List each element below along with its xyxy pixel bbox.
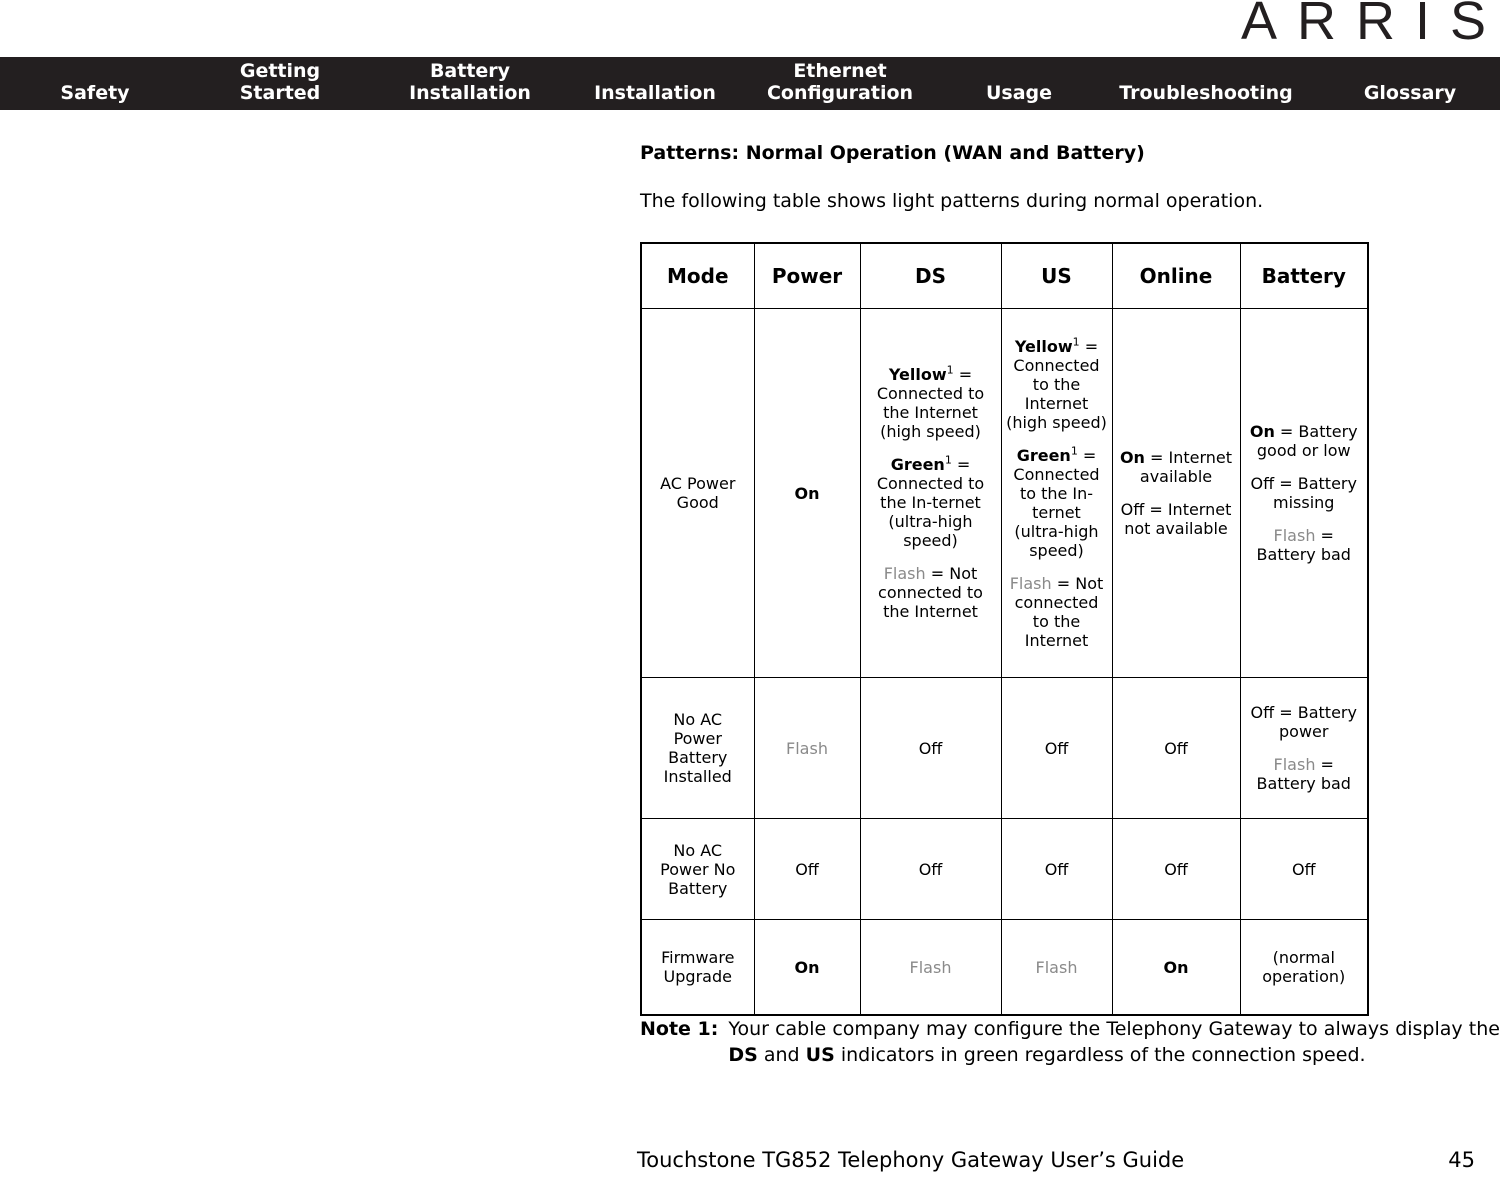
footer-page-number: 45: [1448, 1148, 1475, 1172]
page-title: Patterns: Normal Operation (WAN and Batt…: [640, 142, 1145, 164]
footnote-marker: 1: [946, 363, 954, 377]
flash-state-label: Flash: [1035, 957, 1078, 977]
state-description: On = Battery good or low: [1249, 422, 1358, 460]
cell-mode: Firmware Upgrade: [640, 919, 755, 1016]
state-label: Yellow: [1014, 336, 1073, 356]
state-label: Flash: [883, 564, 926, 583]
flash-state-label: Flash: [909, 957, 952, 977]
cell-ds: Yellow1 = Connected to the Internet (hig…: [859, 308, 1002, 678]
note-block: Note 1: Your cable company may configure…: [640, 1016, 1500, 1068]
cell-power: Off: [753, 818, 861, 920]
state-label: Green: [1016, 445, 1071, 465]
nav-item-troubleshooting[interactable]: Troubleshooting: [1119, 82, 1293, 104]
state-label: Off: [1250, 474, 1275, 493]
footnote-marker: 1: [1070, 444, 1078, 458]
cell-battery: (normal operation): [1239, 919, 1369, 1016]
state-label: On: [1119, 448, 1145, 467]
led-patterns-table: Mode Power DS US Online Battery AC Power…: [640, 242, 1369, 1016]
column-header-online: Online: [1111, 242, 1241, 309]
footnote-marker: 1: [1072, 335, 1080, 349]
note-bold-ds: DS: [728, 1044, 758, 1066]
table-row: No AC Power No Battery Off Off Off Off Off: [640, 818, 1369, 920]
flash-state-label: Flash: [786, 738, 828, 758]
page-footer: Touchstone TG852 Telephony Gateway User’…: [0, 1148, 1500, 1188]
state-label: Off: [1120, 500, 1145, 519]
column-header-ds: DS: [859, 242, 1002, 309]
cell-mode: No AC Power No Battery: [640, 818, 755, 920]
page-content: Patterns: Normal Operation (WAN and Batt…: [640, 142, 1370, 1016]
nav-item-usage[interactable]: Usage: [986, 82, 1052, 104]
table-header-row: Mode Power DS US Online Battery: [640, 242, 1369, 309]
state-description: Off = Battery power: [1250, 703, 1357, 741]
main-navigation-bar: Safety Getting Started Battery Installatio…: [0, 57, 1500, 110]
cell-mode: AC Power Good: [640, 308, 755, 678]
cell-online: On = Internet available Off = Internet no…: [1111, 308, 1241, 678]
state-label: Flash: [1273, 526, 1316, 545]
cell-ds: Flash: [859, 919, 1002, 1016]
column-header-us: US: [1000, 242, 1113, 309]
cell-battery: Off = Battery power Flash = Battery bad: [1239, 677, 1369, 819]
state-label: On: [1249, 422, 1275, 441]
state-label: Green: [890, 455, 945, 474]
state-description: Yellow1 = Connected to the Internet (hig…: [876, 363, 985, 441]
cell-ds: Off: [859, 677, 1002, 819]
cell-power: Flash: [753, 677, 861, 819]
cell-mode: No AC Power Battery Installed: [640, 677, 755, 819]
cell-ds: Off: [859, 818, 1002, 920]
state-description: Green1 = Connected to the In-ternet (ult…: [876, 453, 985, 550]
state-label: Yellow: [888, 365, 947, 384]
on-state-label: On: [1163, 957, 1189, 977]
on-state-label: On: [794, 483, 820, 503]
state-label: Off: [1250, 703, 1275, 722]
on-state-label: On: [794, 957, 820, 977]
note-label: Note 1:: [640, 1018, 719, 1040]
cell-power: On: [753, 919, 861, 1016]
nav-item-getting-started[interactable]: Getting Started: [240, 60, 321, 104]
cell-us: Off: [1000, 677, 1113, 819]
nav-item-safety[interactable]: Safety: [60, 82, 129, 104]
cell-battery: Off: [1239, 818, 1369, 920]
note-text: Your cable company may configure the Tel…: [728, 1018, 1500, 1066]
state-description: Green1 = Connected to the In-ternet (ult…: [1013, 444, 1100, 560]
state-label: Flash: [1273, 755, 1316, 774]
footnote-marker: 1: [944, 453, 952, 467]
table-row: AC Power Good On Yellow1 = Connected to th…: [640, 308, 1369, 678]
state-description: Yellow1 = Connected to the Internet (hig…: [1006, 335, 1107, 432]
cell-us: Flash: [1000, 919, 1113, 1016]
table-row: Firmware Upgrade On Flash Flash On (normal op…: [640, 919, 1369, 1016]
column-header-battery: Battery: [1239, 242, 1369, 309]
cell-online: Off: [1111, 677, 1241, 819]
column-header-mode: Mode: [640, 242, 755, 309]
state-description: Flash = Not connected to the Internet: [1009, 573, 1104, 650]
cell-power: On: [753, 308, 861, 678]
state-description: Flash = Battery bad: [1256, 526, 1351, 564]
footer-document-title: Touchstone TG852 Telephony Gateway User’…: [637, 1148, 1185, 1172]
table-row: No AC Power Battery Installed Flash Off Off…: [640, 677, 1369, 819]
cell-online: On: [1111, 919, 1241, 1016]
column-header-power: Power: [753, 242, 861, 309]
intro-paragraph: The following table shows light patterns…: [640, 190, 1264, 212]
state-label: Flash: [1009, 573, 1052, 593]
note-bold-us: US: [805, 1044, 835, 1066]
cell-battery: On = Battery good or low Off = Battery mi…: [1239, 308, 1369, 678]
arris-logo: ARRIS: [1240, 0, 1500, 51]
cell-online: Off: [1111, 818, 1241, 920]
state-description: Flash = Battery bad: [1256, 755, 1351, 793]
state-description: Off = Internet not available: [1120, 500, 1232, 538]
nav-item-glossary[interactable]: Glossary: [1364, 82, 1456, 104]
nav-item-ethernet-configuration[interactable]: Ethernet Configuration: [767, 60, 913, 104]
nav-item-installation[interactable]: Installation: [594, 82, 716, 104]
table-body: AC Power Good On Yellow1 = Connected to th…: [640, 308, 1369, 1016]
cell-us: Yellow1 = Connected to the Internet (hig…: [1000, 308, 1113, 678]
cell-us: Off: [1000, 818, 1113, 920]
state-description: On = Internet available: [1119, 448, 1233, 486]
state-description: Off = Battery missing: [1250, 474, 1357, 512]
state-description: Flash = Not connected to the Internet: [878, 564, 983, 621]
nav-item-battery-installation[interactable]: Battery Installation: [409, 60, 531, 104]
